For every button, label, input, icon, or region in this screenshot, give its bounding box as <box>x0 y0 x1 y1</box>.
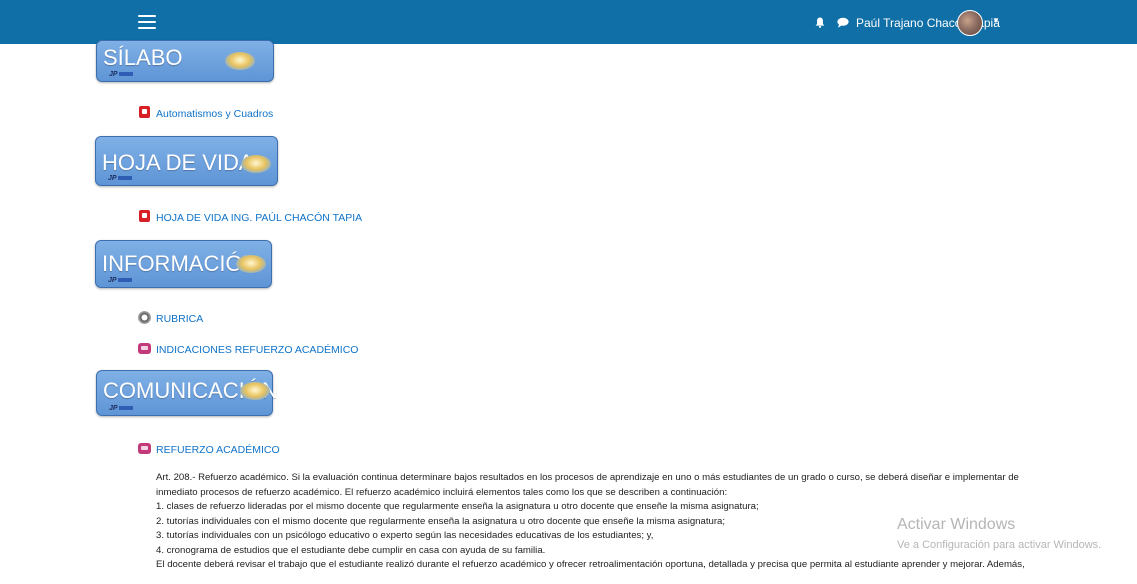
caret-down-icon[interactable]: ▼ <box>992 16 1000 25</box>
article-line: inmediato procesos de refuerzo académico… <box>156 486 728 498</box>
article-line: El docente deberá revisar el trabajo que… <box>156 559 1025 570</box>
logo-icon <box>236 255 266 273</box>
comunicacion-banner: COMUNICACIÓN JP <box>96 370 278 416</box>
section-title: INFORMACIÓN <box>102 251 259 276</box>
section-title: HOJA DE VIDA <box>102 150 254 175</box>
logo-icon <box>240 382 270 400</box>
signature-logo: JP <box>108 175 132 182</box>
windows-watermark-subtitle: Ve a Configuración para activar Windows. <box>897 539 1102 551</box>
pdf-icon <box>139 106 150 118</box>
signature-logo: JP <box>109 405 133 412</box>
silabo-banner: SÍLABO JP <box>96 40 274 82</box>
article-line: 1. clases de refuerzo lideradas por el m… <box>156 501 759 512</box>
hoja-de-vida-banner: HOJA DE VIDA JP <box>95 136 278 186</box>
article-line: Art. 208.- Refuerzo académico. Si la eva… <box>156 472 1019 483</box>
informacion-banner: INFORMACIÓN JP <box>95 240 272 288</box>
logo-icon <box>241 155 271 173</box>
avatar[interactable] <box>957 10 983 36</box>
top-navbar: Paúl Trajano Chacón Tapia ▼ <box>0 0 1137 44</box>
forum-icon <box>138 343 151 354</box>
resource-link-indicaciones[interactable]: INDICACIONES REFUERZO ACADÉMICO <box>156 344 358 356</box>
resource-link-refuerzo[interactable]: REFUERZO ACADÉMICO <box>156 444 280 456</box>
resource-link-hoja-de-vida[interactable]: HOJA DE VIDA ING. PAÚL CHACÓN TAPIA <box>156 212 362 224</box>
pdf-icon <box>139 210 150 222</box>
signature-logo: JP <box>108 277 132 284</box>
windows-watermark-title: Activar Windows <box>897 516 1016 533</box>
signature-logo: JP <box>109 71 133 78</box>
url-icon <box>138 311 151 324</box>
resource-link-automatismos[interactable]: Automatismos y Cuadros <box>156 108 273 120</box>
chat-icon[interactable] <box>837 17 849 28</box>
bell-icon[interactable] <box>815 17 825 28</box>
section-title: SÍLABO <box>103 45 183 70</box>
forum-icon <box>138 443 151 454</box>
logo-icon <box>225 52 255 70</box>
menu-icon[interactable] <box>138 15 156 29</box>
resource-link-rubrica[interactable]: RUBRICA <box>156 313 203 325</box>
